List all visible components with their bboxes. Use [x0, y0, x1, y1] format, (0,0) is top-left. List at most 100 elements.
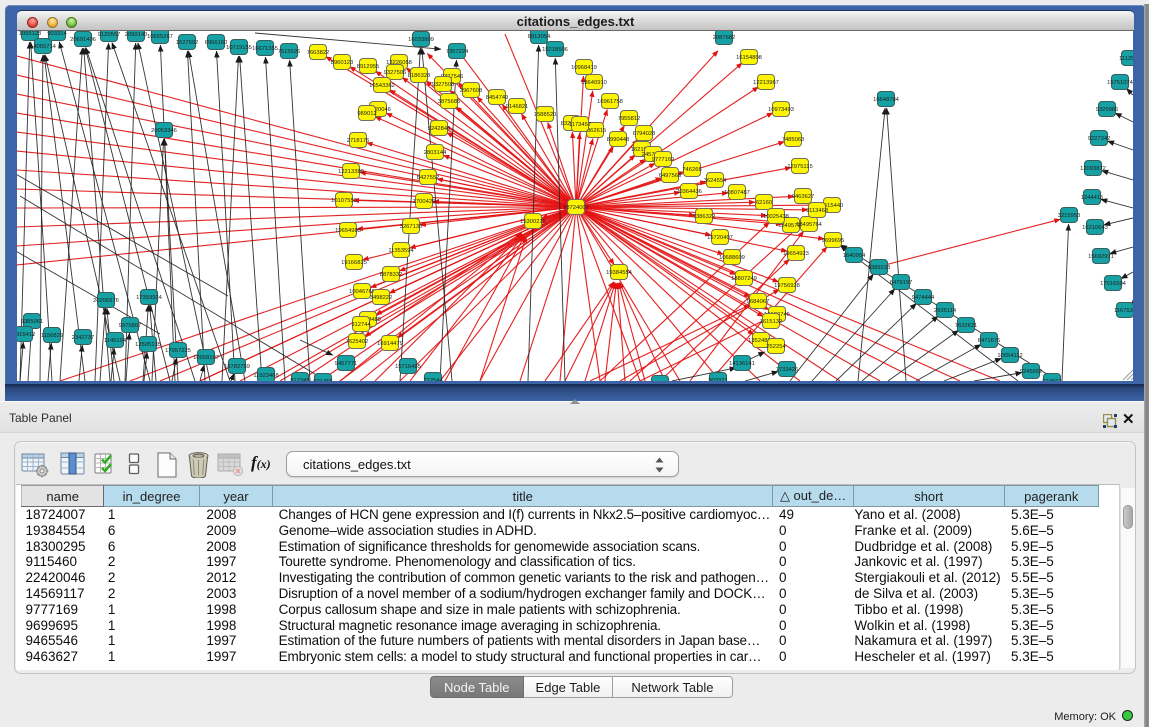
- svg-text:7625402: 7625402: [346, 339, 369, 345]
- svg-text:10719155: 10719155: [226, 45, 252, 51]
- svg-text:8454749: 8454749: [486, 95, 509, 101]
- svg-text:8471676: 8471676: [978, 338, 1001, 344]
- svg-text:17957225: 17957225: [165, 348, 191, 354]
- svg-text:17359924: 17359924: [136, 295, 163, 301]
- svg-text:2803144: 2803144: [424, 150, 447, 156]
- svg-text:14136141: 14136141: [729, 361, 755, 367]
- svg-text:16961758: 16961758: [597, 99, 623, 105]
- svg-text:1733426: 1733426: [776, 367, 799, 373]
- svg-text:7955812: 7955812: [618, 116, 641, 122]
- svg-text:20206576: 20206576: [93, 298, 119, 304]
- svg-text:6479197: 6479197: [890, 280, 913, 286]
- svg-text:7632621: 7632621: [955, 323, 978, 329]
- svg-text:7357224: 7357224: [446, 49, 469, 55]
- svg-text:1588520: 1588520: [534, 112, 557, 118]
- svg-text:8912955: 8912955: [357, 64, 380, 70]
- svg-text:11923468: 11923468: [253, 373, 278, 379]
- svg-text:16543362: 16543362: [369, 83, 395, 89]
- svg-text:9699695: 9699695: [822, 238, 845, 244]
- svg-text:20691406: 20691406: [70, 37, 96, 43]
- svg-text:9474444: 9474444: [912, 295, 935, 301]
- svg-text:19384554: 19384554: [606, 270, 633, 276]
- svg-text:8990448: 8990448: [607, 137, 630, 143]
- svg-text:10107553: 10107553: [331, 198, 357, 204]
- svg-text:9113468: 9113468: [806, 208, 828, 214]
- svg-text:2967608: 2967608: [460, 88, 483, 94]
- svg-text:12213967: 12213967: [753, 80, 779, 86]
- svg-text:16648784: 16648784: [873, 97, 900, 103]
- svg-text:20053346: 20053346: [151, 128, 177, 134]
- svg-text:7663822: 7663822: [307, 50, 330, 56]
- svg-text:252254: 252254: [766, 344, 786, 350]
- svg-text:15751074: 15751074: [1107, 80, 1133, 86]
- svg-text:1167533: 1167533: [1114, 308, 1133, 314]
- svg-text:10807487: 10807487: [724, 190, 750, 196]
- svg-text:7386322: 7386322: [693, 214, 716, 220]
- svg-text:921455: 921455: [313, 379, 332, 381]
- svg-text:3624554: 3624554: [704, 178, 727, 184]
- svg-text:6497568: 6497568: [659, 173, 682, 179]
- svg-text:3215953: 3215953: [1058, 213, 1081, 219]
- svg-text:8960123: 8960123: [331, 60, 354, 66]
- svg-text:18724007: 18724007: [563, 205, 589, 211]
- svg-text:15716485: 15716485: [395, 364, 421, 370]
- svg-text:19654923: 19654923: [783, 251, 809, 257]
- svg-text:9389233: 9389233: [868, 265, 891, 271]
- svg-text:15720407: 15720407: [707, 235, 733, 241]
- svg-text:18640910: 18640910: [581, 80, 607, 86]
- svg-text:10655267: 10655267: [147, 34, 173, 40]
- svg-text:8186328: 8186328: [408, 73, 431, 79]
- svg-text:7485063: 7485063: [782, 137, 805, 143]
- svg-text:903314: 903314: [47, 31, 67, 37]
- svg-text:18807249: 18807249: [731, 276, 757, 282]
- svg-text:2718176: 2718176: [347, 138, 370, 144]
- svg-text:1955123: 1955123: [19, 31, 42, 37]
- svg-text:2087682: 2087682: [713, 35, 736, 41]
- svg-text:19218506: 19218506: [542, 47, 568, 53]
- svg-text:1173457: 1173457: [569, 122, 591, 128]
- svg-text:9245652: 9245652: [1020, 369, 1043, 375]
- svg-text:16210643: 16210643: [1082, 225, 1108, 231]
- svg-text:9975867: 9975867: [119, 323, 142, 329]
- svg-text:16033809: 16033809: [408, 37, 434, 43]
- svg-text:3915412: 3915412: [17, 332, 35, 338]
- svg-text:19756928: 19756928: [774, 283, 800, 289]
- svg-text:10688609: 10688609: [719, 255, 745, 261]
- svg-text:9329966: 9329966: [1096, 107, 1119, 113]
- svg-text:2099140: 2099140: [125, 32, 148, 38]
- svg-text:3267130: 3267130: [400, 224, 423, 230]
- svg-text:746266: 746266: [682, 167, 701, 173]
- svg-text:1156829: 1156829: [41, 333, 63, 339]
- svg-text:16782759: 16782759: [224, 364, 250, 370]
- svg-text:8878332: 8878332: [380, 272, 403, 278]
- svg-text:10025438: 10025438: [763, 214, 789, 220]
- svg-text:15692971: 15692971: [1088, 254, 1114, 260]
- svg-text:7515526: 7515526: [278, 49, 301, 55]
- svg-text:12093872: 12093872: [1080, 166, 1106, 172]
- svg-text:1112544: 1112544: [1119, 56, 1133, 62]
- svg-text:62160: 62160: [756, 200, 772, 206]
- svg-text:1145194: 1145194: [104, 338, 127, 344]
- svg-text:1244415: 1244415: [1081, 195, 1104, 201]
- svg-text:15300275: 15300275: [520, 219, 546, 225]
- svg-text:903321: 903321: [708, 378, 727, 381]
- svg-text:989012: 989012: [357, 111, 376, 117]
- svg-text:8813054: 8813054: [528, 34, 551, 40]
- svg-text:9120557: 9120557: [98, 32, 121, 38]
- svg-text:16914479: 16914479: [377, 341, 403, 347]
- svg-text:18495764: 18495764: [796, 222, 823, 228]
- svg-text:312744: 312744: [351, 322, 371, 328]
- svg-text:9385061: 9385061: [21, 319, 44, 325]
- svg-text:10968419: 10968419: [571, 65, 597, 71]
- svg-text:11353594: 11353594: [388, 248, 414, 254]
- svg-text:924561: 924561: [1042, 379, 1061, 381]
- svg-text:9327506: 9327506: [384, 70, 407, 76]
- svg-text:19166825: 19166825: [341, 260, 367, 266]
- svg-text:19654983: 19654983: [335, 228, 361, 234]
- svg-text:9684067: 9684067: [747, 299, 770, 305]
- svg-text:8427552: 8427552: [417, 175, 440, 181]
- svg-text:10958107: 10958107: [193, 355, 219, 361]
- svg-text:9463627: 9463627: [792, 194, 815, 200]
- svg-text:2935114: 2935114: [934, 308, 957, 314]
- svg-text:2342737: 2342737: [72, 335, 95, 341]
